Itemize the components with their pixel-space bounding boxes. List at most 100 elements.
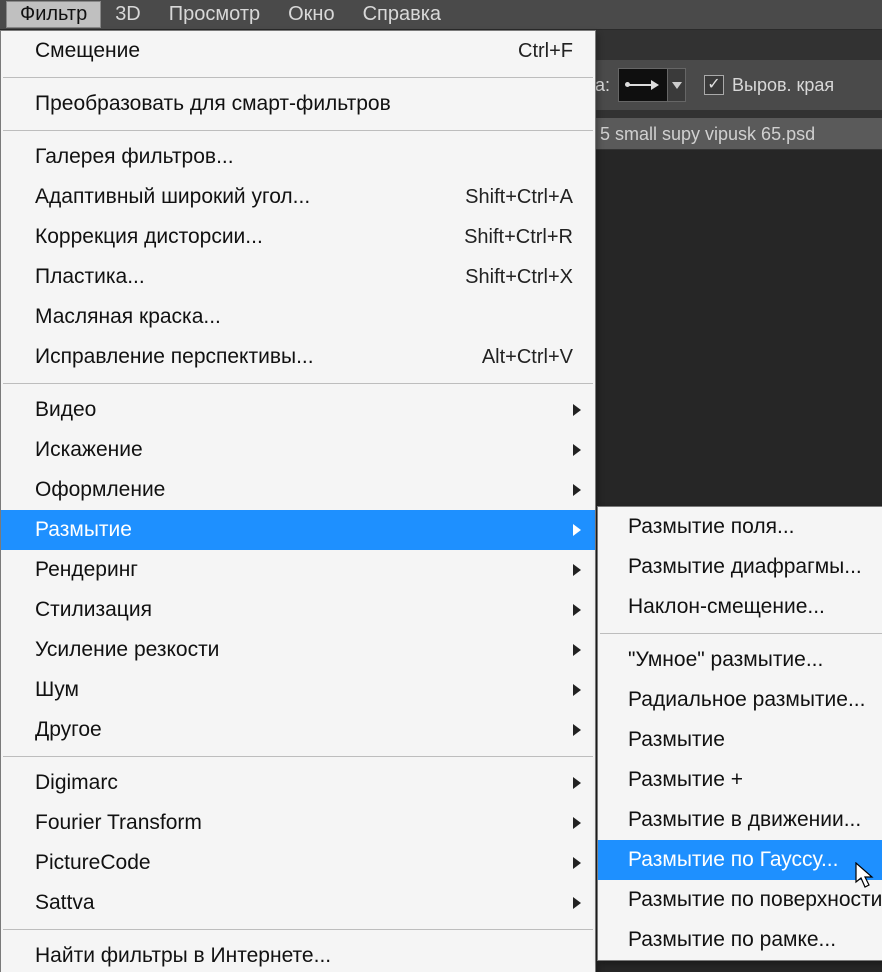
menu-item-label: Искажение bbox=[35, 438, 575, 462]
submenu-item-label: Размытие диафрагмы... bbox=[628, 555, 862, 579]
menu-item[interactable]: Digimarc bbox=[1, 763, 595, 803]
arrow-preset-dropdown[interactable] bbox=[668, 68, 686, 102]
options-bar: ра: ✓ Выров. края bbox=[582, 60, 882, 110]
menu-item-label: Масляная краска... bbox=[35, 305, 575, 329]
submenu-item[interactable]: Размытие + bbox=[598, 760, 882, 800]
chevron-down-icon bbox=[672, 82, 682, 89]
submenu-item[interactable]: Размытие по Гауссу... bbox=[598, 840, 882, 880]
submenu-item[interactable]: Размытие диафрагмы... bbox=[598, 547, 882, 587]
submenu-item-label: Размытие поля... bbox=[628, 515, 795, 539]
submenu-item-label: Размытие по поверхности... bbox=[628, 888, 882, 912]
menu-item[interactable]: Шум bbox=[1, 670, 595, 710]
submenu-arrow-icon bbox=[573, 478, 581, 502]
menu-item-label: Пластика... bbox=[35, 265, 465, 289]
submenu-item[interactable]: Размытие по рамке... bbox=[598, 920, 882, 960]
menu-item[interactable]: Sattva bbox=[1, 883, 595, 923]
submenu-item[interactable]: Размытие по поверхности... bbox=[598, 880, 882, 920]
menu-item-label: Шум bbox=[35, 678, 575, 702]
menu-item[interactable]: Стилизация bbox=[1, 590, 595, 630]
submenu-arrow-icon bbox=[573, 891, 581, 915]
submenu-item-label: "Умное" размытие... bbox=[628, 648, 823, 672]
menu-item[interactable]: Fourier Transform bbox=[1, 803, 595, 843]
menu-item-label: Найти фильтры в Интернете... bbox=[35, 944, 575, 968]
arrow-preset-thumbnail[interactable] bbox=[618, 68, 668, 102]
submenu-item-label: Радиальное размытие... bbox=[628, 688, 865, 712]
menu-item[interactable]: Оформление bbox=[1, 470, 595, 510]
align-edges-checkbox[interactable]: ✓ bbox=[704, 75, 724, 95]
submenu-arrow-icon bbox=[573, 678, 581, 702]
menu-item-label: Digimarc bbox=[35, 771, 575, 795]
submenu-arrow-icon bbox=[573, 398, 581, 422]
submenu-item-label: Размытие по Гауссу... bbox=[628, 848, 838, 872]
menu-item[interactable]: Преобразовать для смарт-фильтров bbox=[1, 84, 595, 124]
menu-separator bbox=[3, 130, 593, 131]
submenu-arrow-icon bbox=[573, 638, 581, 662]
menu-item[interactable]: Найти фильтры в Интернете... bbox=[1, 936, 595, 972]
menu-item-label: Видео bbox=[35, 398, 575, 422]
menu-item[interactable]: Искажение bbox=[1, 430, 595, 470]
menu-separator bbox=[3, 929, 593, 930]
align-edges-label: Выров. края bbox=[732, 75, 834, 96]
menu-item[interactable]: Коррекция дисторсии...Shift+Ctrl+R bbox=[1, 217, 595, 257]
menu-item-label: Размытие bbox=[35, 518, 575, 542]
menu-item-label: PictureCode bbox=[35, 851, 575, 875]
submenu-item[interactable]: "Умное" размытие... bbox=[598, 640, 882, 680]
submenu-item-label: Наклон-смещение... bbox=[628, 595, 825, 619]
menu-item-label: Преобразовать для смарт-фильтров bbox=[35, 92, 575, 116]
menu-item-label: Исправление перспективы... bbox=[35, 345, 482, 369]
menu-item-label: Оформление bbox=[35, 478, 575, 502]
submenu-item-label: Размытие + bbox=[628, 768, 743, 792]
menu-item-label: Адаптивный широкий угол... bbox=[35, 185, 465, 209]
menu-item-label: Другое bbox=[35, 718, 575, 742]
submenu-item-label: Размытие bbox=[628, 728, 725, 752]
menu-filter[interactable]: Фильтр bbox=[6, 1, 101, 28]
menu-item[interactable]: Масляная краска... bbox=[1, 297, 595, 337]
submenu-arrow-icon bbox=[573, 518, 581, 542]
menu-item[interactable]: Видео bbox=[1, 390, 595, 430]
submenu-item[interactable]: Размытие bbox=[598, 720, 882, 760]
menu-item[interactable]: PictureCode bbox=[1, 843, 595, 883]
menu-item-shortcut: Ctrl+F bbox=[518, 40, 575, 63]
menu-item[interactable]: Галерея фильтров... bbox=[1, 137, 595, 177]
menu-item[interactable]: Другое bbox=[1, 710, 595, 750]
menu-item[interactable]: Рендеринг bbox=[1, 550, 595, 590]
menu-separator bbox=[3, 77, 593, 78]
submenu-item[interactable]: Размытие поля... bbox=[598, 507, 882, 547]
submenu-arrow-icon bbox=[573, 851, 581, 875]
menu-item-shortcut: Shift+Ctrl+R bbox=[464, 226, 575, 249]
menu-item-label: Галерея фильтров... bbox=[35, 145, 575, 169]
menu-item[interactable]: Адаптивный широкий угол...Shift+Ctrl+A bbox=[1, 177, 595, 217]
submenu-arrow-icon bbox=[573, 598, 581, 622]
submenu-item[interactable]: Размытие в движении... bbox=[598, 800, 882, 840]
menu-item[interactable]: Усиление резкости bbox=[1, 630, 595, 670]
menu-separator bbox=[3, 383, 593, 384]
menu-help[interactable]: Справка bbox=[349, 1, 455, 28]
menu-item-shortcut: Shift+Ctrl+A bbox=[465, 186, 575, 209]
menu-3d[interactable]: 3D bbox=[101, 1, 155, 28]
checkmark-icon: ✓ bbox=[707, 77, 720, 93]
menubar: Фильтр 3D Просмотр Окно Справка bbox=[0, 0, 882, 30]
submenu-arrow-icon bbox=[573, 438, 581, 462]
menu-item-label: Рендеринг bbox=[35, 558, 575, 582]
menu-item[interactable]: СмещениеCtrl+F bbox=[1, 31, 595, 71]
submenu-item[interactable]: Радиальное размытие... bbox=[598, 680, 882, 720]
menu-separator bbox=[600, 633, 882, 634]
menu-item-label: Коррекция дисторсии... bbox=[35, 225, 464, 249]
menu-item-label: Смещение bbox=[35, 39, 518, 63]
submenu-arrow-icon bbox=[573, 558, 581, 582]
menu-view[interactable]: Просмотр bbox=[155, 1, 274, 28]
submenu-arrow-icon bbox=[573, 771, 581, 795]
menu-item[interactable]: Исправление перспективы...Alt+Ctrl+V bbox=[1, 337, 595, 377]
submenu-item-label: Размытие в движении... bbox=[628, 808, 861, 832]
document-title: 5 small supy vipusk 65.psd bbox=[600, 124, 815, 145]
document-tab[interactable]: 5 small supy vipusk 65.psd bbox=[592, 118, 882, 150]
menu-window[interactable]: Окно bbox=[274, 1, 348, 28]
submenu-arrow-icon bbox=[573, 811, 581, 835]
menu-item[interactable]: Пластика...Shift+Ctrl+X bbox=[1, 257, 595, 297]
filter-dropdown-menu: СмещениеCtrl+F Преобразовать для смарт-фи… bbox=[0, 30, 596, 972]
submenu-arrow-icon bbox=[573, 718, 581, 742]
submenu-item[interactable]: Наклон-смещение... bbox=[598, 587, 882, 627]
menu-item-label: Fourier Transform bbox=[35, 811, 575, 835]
menu-item-label: Стилизация bbox=[35, 598, 575, 622]
menu-item[interactable]: Размытие bbox=[1, 510, 595, 550]
